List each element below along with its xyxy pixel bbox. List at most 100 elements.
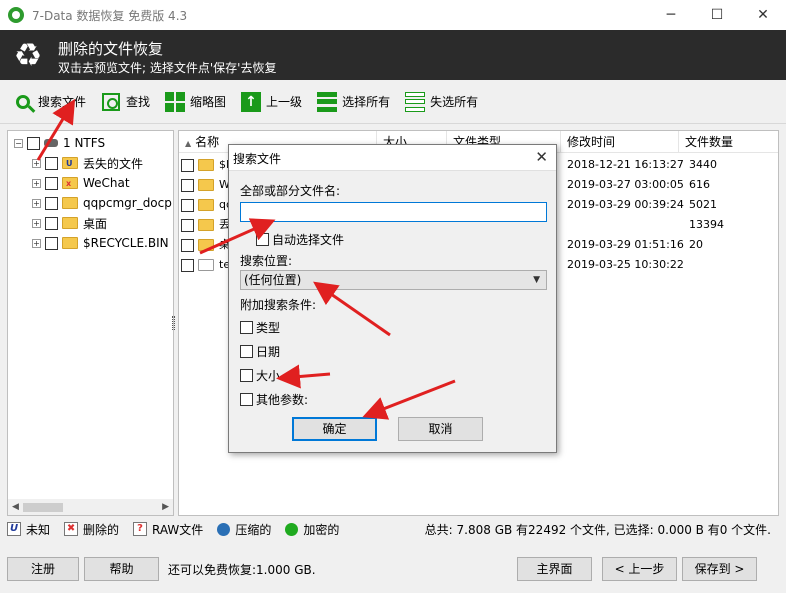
thumbnail-grid-icon xyxy=(164,91,186,113)
window-controls: ─ ☐ ✕ xyxy=(648,0,786,30)
find-button[interactable]: 查找 xyxy=(100,88,150,116)
raw-file-icon: ? xyxy=(133,522,148,536)
folder-icon xyxy=(62,237,78,249)
chevron-down-icon: ▼ xyxy=(533,275,540,285)
tree-item-checkbox[interactable] xyxy=(45,236,58,250)
legend-bar: U 未知 ✖ 删除的 ? RAW文件 压缩的 加密的 总共: 7.808 GB 有22… xyxy=(7,518,779,540)
up-level-button[interactable]: ↑ 上一级 xyxy=(240,88,302,116)
folder-deleted-icon: x xyxy=(62,177,78,189)
row-checkbox[interactable] xyxy=(181,258,194,272)
file-name-label: 全部或部分文件名: xyxy=(240,184,341,198)
unknown-icon: U xyxy=(7,522,21,536)
tree-item-checkbox[interactable] xyxy=(45,216,58,230)
save-to-button[interactable]: 保存到 > xyxy=(682,557,757,581)
row-checkbox[interactable] xyxy=(181,238,194,252)
recycle-icon: ♻ xyxy=(13,36,43,74)
main-menu-button[interactable]: 主界面 xyxy=(517,557,592,581)
help-button[interactable]: 帮助 xyxy=(84,557,159,581)
select-all-button[interactable]: 选择所有 xyxy=(316,88,390,116)
close-button[interactable]: ✕ xyxy=(740,0,786,30)
legend-compressed: 压缩的 xyxy=(217,521,271,538)
tree-item-label: 桌面 xyxy=(83,216,108,231)
cancel-button[interactable]: 取消 xyxy=(398,417,483,441)
deselect-all-button[interactable]: 失选所有 xyxy=(404,88,478,116)
column-count[interactable]: 文件数量 xyxy=(679,131,778,153)
search-files-button[interactable]: 搜索文件 xyxy=(12,88,86,116)
disk-icon xyxy=(44,139,58,147)
collapse-icon[interactable]: − xyxy=(14,138,23,148)
dialog-title-bar: 搜索文件 ✕ xyxy=(229,145,556,171)
dialog-close-icon[interactable]: ✕ xyxy=(535,148,548,166)
legend-unknown: U 未知 xyxy=(7,521,50,538)
register-button[interactable]: 注册 xyxy=(7,557,79,581)
tree-item[interactable]: + x WeChat xyxy=(32,173,130,193)
up-arrow-icon: ↑ xyxy=(240,91,262,113)
tree-item-label: WeChat xyxy=(83,176,130,190)
expand-icon[interactable]: + xyxy=(32,158,41,168)
find-label: 查找 xyxy=(126,95,151,109)
folder-icon xyxy=(62,197,78,209)
tree-item[interactable]: + $RECYCLE.BIN xyxy=(32,233,169,253)
pane-splitter[interactable] xyxy=(172,316,175,330)
condition-box[interactable] xyxy=(240,345,253,358)
location-label: 搜索位置: xyxy=(240,254,293,268)
select-all-icon xyxy=(316,91,338,113)
condition-box[interactable] xyxy=(240,321,253,334)
folder-unknown-icon xyxy=(198,219,214,231)
prev-button[interactable]: < 上一步 xyxy=(602,557,677,581)
condition-box[interactable] xyxy=(240,369,253,382)
condition-date-checkbox[interactable]: 日期 xyxy=(240,343,280,360)
deselect-all-icon xyxy=(404,91,426,113)
app-header: ♻ 删除的文件恢复 双击去预览文件; 选择文件点'保存'去恢复 xyxy=(0,30,786,80)
expand-icon[interactable]: + xyxy=(32,218,41,228)
scroll-left-icon[interactable]: ◀ xyxy=(12,502,19,512)
search-icon xyxy=(12,91,34,113)
legend-deleted: ✖ 删除的 xyxy=(64,521,119,538)
auto-select-box[interactable] xyxy=(256,233,269,246)
ok-button[interactable]: 确定 xyxy=(292,417,377,441)
expand-icon[interactable]: + xyxy=(32,198,41,208)
expand-icon[interactable]: + xyxy=(32,178,41,188)
title-bar: 7-Data 数据恢复 免费版 4.3 ─ ☐ ✕ xyxy=(0,0,786,30)
row-checkbox[interactable] xyxy=(181,158,194,172)
column-modified[interactable]: 修改时间 xyxy=(561,131,679,153)
thumbnails-button[interactable]: 缩略图 xyxy=(164,88,226,116)
tree-item[interactable]: + 桌面 xyxy=(32,213,107,233)
tree-horizontal-scrollbar[interactable]: ◀ ▶ xyxy=(8,499,173,515)
tree-item[interactable]: + qqpcmgr_docp xyxy=(32,193,172,213)
file-name-input[interactable] xyxy=(240,202,547,222)
header-title: 删除的文件恢复 xyxy=(58,40,164,58)
toolbar: 搜索文件 查找 缩略图 ↑ 上一级 选择所有 失选所有 xyxy=(0,80,786,124)
folder-tree[interactable]: − 1 NTFS + U 丢失的文件 + x WeChat + qqpcmgr_… xyxy=(7,130,174,516)
folder-icon xyxy=(198,199,214,211)
minimize-button[interactable]: ─ xyxy=(648,0,694,30)
row-checkbox[interactable] xyxy=(181,178,194,192)
folder-unknown-icon: U xyxy=(62,157,78,169)
tree-item-checkbox[interactable] xyxy=(45,156,58,170)
tree-item-checkbox[interactable] xyxy=(45,176,58,190)
select-all-label: 选择所有 xyxy=(342,95,391,109)
deleted-icon: ✖ xyxy=(64,522,79,536)
tree-root-label: 1 NTFS xyxy=(63,136,106,150)
condition-size-checkbox[interactable]: 大小 xyxy=(240,367,280,384)
auto-select-checkbox[interactable]: 自动选择文件 xyxy=(256,231,344,248)
condition-other-checkbox[interactable]: 其他参数: xyxy=(240,391,308,408)
maximize-button[interactable]: ☐ xyxy=(694,0,740,30)
tree-item[interactable]: + U 丢失的文件 xyxy=(32,153,143,173)
location-value: (任何位置) xyxy=(244,273,302,287)
compressed-icon xyxy=(217,522,231,536)
tree-root[interactable]: − 1 NTFS xyxy=(14,133,105,153)
up-level-label: 上一级 xyxy=(266,95,303,109)
condition-box[interactable] xyxy=(240,393,253,406)
tree-item-checkbox[interactable] xyxy=(45,196,58,210)
location-select[interactable]: (任何位置) ▼ xyxy=(240,270,547,290)
tree-item-label: 丢失的文件 xyxy=(83,156,144,171)
header-subtitle: 双击去预览文件; 选择文件点'保存'去恢复 xyxy=(58,61,277,75)
scroll-right-icon[interactable]: ▶ xyxy=(162,502,169,512)
condition-type-checkbox[interactable]: 类型 xyxy=(240,319,280,336)
scrollbar-thumb[interactable] xyxy=(22,502,63,512)
row-checkbox[interactable] xyxy=(181,198,194,212)
row-checkbox[interactable] xyxy=(181,218,194,232)
expand-icon[interactable]: + xyxy=(32,238,41,248)
tree-root-checkbox[interactable] xyxy=(27,136,40,150)
